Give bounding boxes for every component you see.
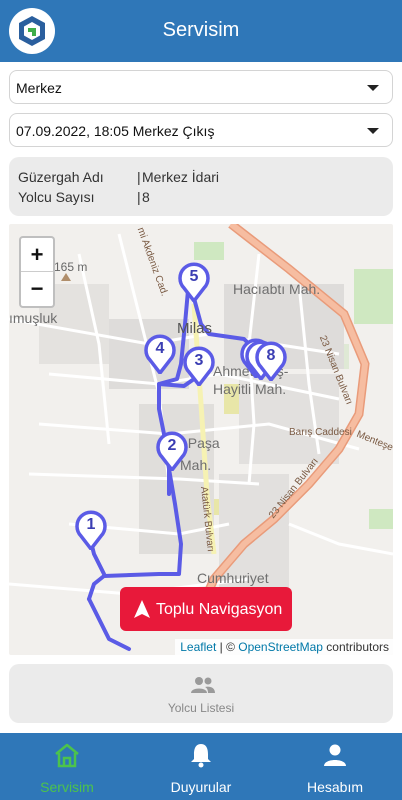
district-label: Cumhuriyet: [197, 570, 269, 586]
tab-hesabim[interactable]: Hesabım: [268, 733, 402, 800]
page-title: Servisim: [162, 19, 240, 41]
stop-marker-2[interactable]: 2: [156, 431, 188, 471]
bottom-tab-bar: Servisim Duyurular Hesabım: [0, 733, 402, 800]
tab-servisim[interactable]: Servisim: [0, 733, 134, 800]
passenger-list-button[interactable]: Yolcu Listesi: [9, 664, 393, 723]
stop-marker-5[interactable]: 5: [178, 262, 210, 302]
zoom-control: + −: [19, 236, 55, 308]
trip-select[interactable]: 07.09.2022, 18:05 Merkez Çıkış: [9, 113, 393, 147]
route-name-value: Merkez İdari: [142, 169, 220, 185]
tab-label: Duyurular: [170, 779, 232, 795]
tab-label: Servisim: [40, 779, 94, 795]
route-info-card: Güzergah Adı | Merkez İdari Yolcu Sayısı…: [9, 157, 393, 216]
stop-marker-8[interactable]: 8: [255, 341, 287, 381]
stop-marker-3[interactable]: 3: [183, 346, 215, 386]
route-map[interactable]: 165 m Hacıabtı Mah. Milas Ahmet Muş- Hay…: [9, 224, 393, 655]
person-icon: [324, 744, 346, 766]
district-label: ımuşluk: [9, 310, 58, 326]
road-label: Barış Caddesi: [289, 427, 352, 438]
chevron-down-icon: [367, 85, 379, 91]
group-navigation-label: Toplu Navigasyon: [156, 601, 283, 618]
stop-number: 1: [86, 516, 96, 533]
location-select-value: Merkez: [16, 80, 62, 96]
district-label: Hacıabtı Mah.: [233, 281, 321, 297]
chevron-down-icon: [367, 128, 379, 134]
stop-number: 3: [194, 352, 204, 369]
stop-marker-4[interactable]: 4: [144, 334, 176, 374]
attribution-tail: contributors: [322, 640, 389, 654]
location-select[interactable]: Merkez: [9, 70, 393, 104]
separator: |: [137, 169, 141, 185]
attribution-separator: | ©: [216, 640, 239, 654]
trip-select-value: 07.09.2022, 18:05 Merkez Çıkış: [16, 123, 215, 139]
home-icon: [55, 743, 79, 768]
navigation-arrow-icon: [134, 600, 150, 618]
town-label: Milas: [177, 320, 213, 337]
bell-icon: [191, 744, 211, 768]
tab-duyurular[interactable]: Duyurular: [134, 733, 268, 800]
leaflet-link[interactable]: Leaflet: [180, 640, 216, 654]
route-name-label: Güzergah Adı: [18, 169, 104, 185]
people-icon: [191, 677, 215, 693]
stop-number: 2: [167, 437, 177, 454]
district-label: Hayitli Mah.: [213, 381, 287, 397]
elevation-label: 165 m: [54, 260, 88, 274]
passenger-count-value: 8: [142, 189, 150, 205]
app-header: Servisim: [0, 0, 402, 62]
stop-number: 5: [189, 268, 199, 285]
tab-label: Hesabım: [306, 779, 364, 795]
map-attribution: Leaflet | © OpenStreetMap contributors: [175, 639, 393, 655]
zoom-out-button[interactable]: −: [21, 272, 53, 306]
separator: |: [137, 189, 141, 205]
zoom-in-button[interactable]: +: [21, 238, 53, 272]
stop-number: 8: [266, 347, 276, 364]
group-navigation-button[interactable]: Toplu Navigasyon: [120, 587, 292, 631]
passenger-count-label: Yolcu Sayısı: [18, 189, 95, 205]
stop-number: 4: [155, 340, 165, 357]
osm-link[interactable]: OpenStreetMap: [238, 640, 323, 654]
stop-marker-1[interactable]: 1: [75, 510, 107, 550]
passenger-list-label: Yolcu Listesi: [167, 701, 235, 715]
